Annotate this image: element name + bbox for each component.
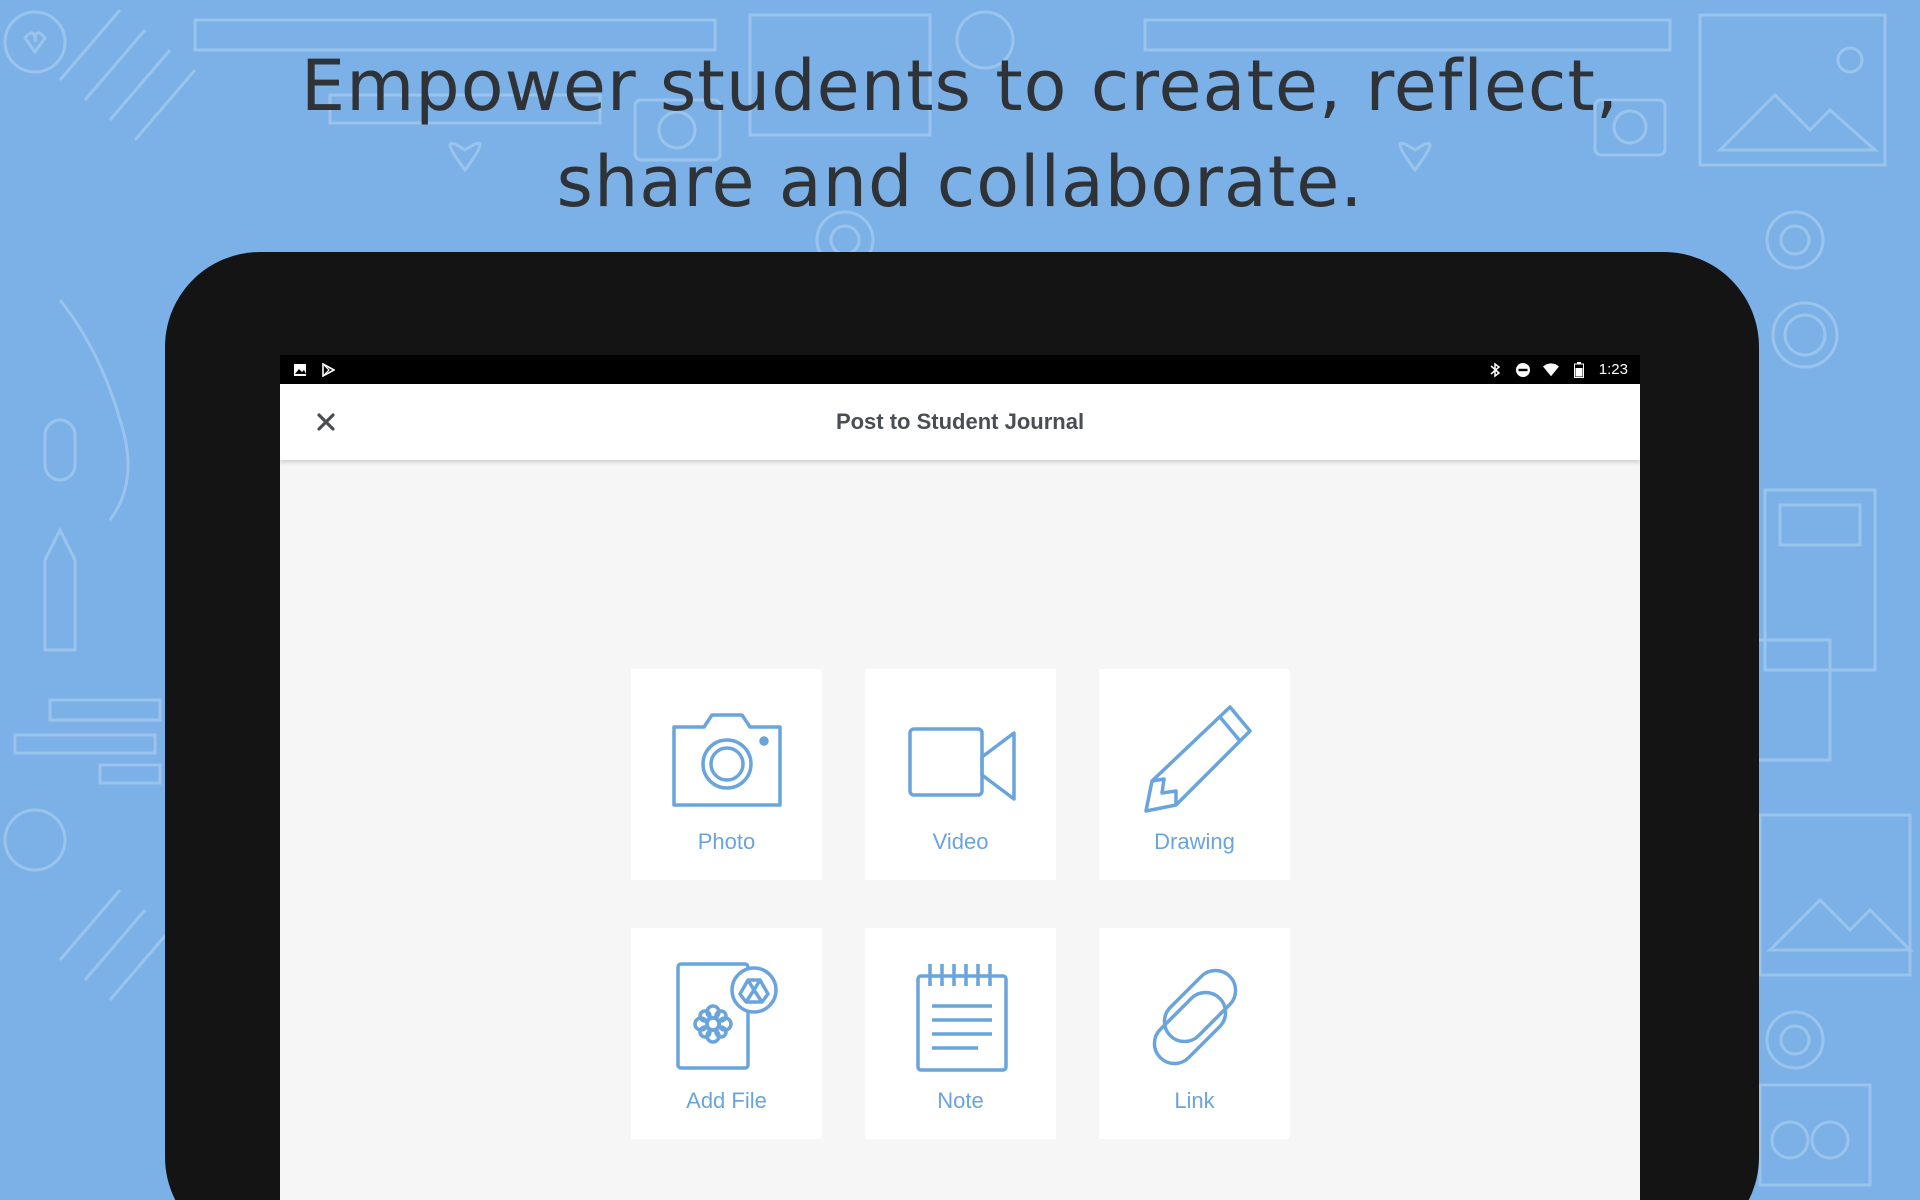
headline-line-1: Empower students to create, reflect, bbox=[300, 45, 1620, 127]
link-label: Link bbox=[1174, 1088, 1215, 1113]
add-file-tile[interactable]: Add File bbox=[631, 928, 822, 1139]
note-label: Note bbox=[937, 1088, 984, 1113]
note-tile[interactable]: Note bbox=[865, 928, 1056, 1139]
notepad-icon bbox=[915, 964, 1008, 1072]
wifi-icon bbox=[1542, 362, 1559, 378]
drawing-tile[interactable]: Drawing bbox=[1099, 669, 1290, 880]
headline: Empower students to create, reflect, sha… bbox=[0, 38, 1920, 230]
link-tile[interactable]: Link bbox=[1099, 928, 1290, 1139]
photo-tile[interactable]: Photo bbox=[631, 669, 822, 880]
bluetooth-icon bbox=[1487, 362, 1503, 378]
video-camera-icon bbox=[907, 727, 1016, 801]
drawing-label: Drawing bbox=[1154, 829, 1235, 854]
battery-icon bbox=[1571, 361, 1587, 378]
tablet-screen: 1:23 Post to Student Journal Photo Video bbox=[280, 355, 1640, 1200]
status-time: 1:23 bbox=[1598, 361, 1628, 378]
file-drive-icon bbox=[675, 962, 778, 1070]
headline-line-2: share and collaborate. bbox=[556, 141, 1364, 223]
link-icon bbox=[1152, 968, 1237, 1066]
play-store-icon bbox=[320, 362, 336, 378]
app-bar: Post to Student Journal bbox=[280, 384, 1640, 460]
camera-icon bbox=[671, 713, 782, 807]
close-button[interactable] bbox=[310, 406, 342, 438]
video-tile[interactable]: Video bbox=[865, 669, 1056, 880]
post-type-grid: Photo Video Drawing Add File Note Link bbox=[631, 669, 1290, 1139]
do-not-disturb-icon bbox=[1515, 362, 1531, 378]
page-title: Post to Student Journal bbox=[835, 409, 1085, 434]
status-bar: 1:23 bbox=[280, 355, 1640, 384]
close-icon bbox=[317, 413, 335, 431]
image-icon bbox=[292, 362, 308, 378]
photo-label: Photo bbox=[697, 829, 756, 854]
video-label: Video bbox=[932, 829, 989, 854]
pencil-icon bbox=[1143, 705, 1252, 813]
add-file-label: Add File bbox=[686, 1088, 767, 1113]
